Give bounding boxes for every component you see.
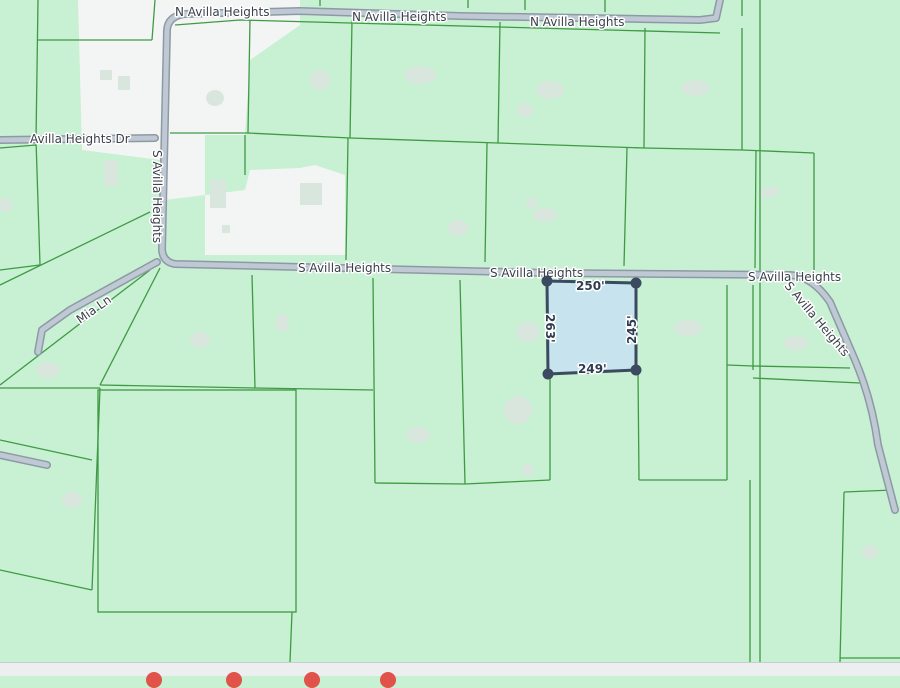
dimension-label-top: 250' [576,279,605,293]
dimension-label-left: 263' [543,314,557,343]
toolbar-button-1[interactable] [146,672,162,688]
street-label-avilla-heights-dr: Avilla Heights Dr [30,132,130,146]
dimension-label-right: 245' [625,315,639,344]
vertex-handle-se[interactable] [630,364,642,376]
street-label-n-avilla-2: N Avilla Heights [352,10,447,24]
toolbar-button-3[interactable] [304,672,320,688]
street-label-n-avilla-3: N Avilla Heights [530,15,625,29]
vertex-handle-nw[interactable] [541,275,553,287]
vertex-handle-ne[interactable] [630,277,642,289]
parcel-map[interactable]: N Avilla Heights N Avilla Heights N Avil… [0,0,900,675]
street-label-n-avilla-1: N Avilla Heights [175,5,270,19]
selected-parcel-area[interactable] [545,279,638,376]
street-label-s-avilla-vertical: S Avilla Heights [150,150,164,243]
bottom-toolbar [0,662,900,688]
selected-parcel[interactable]: 250' 245' 249' 263' [541,275,642,380]
vertex-handle-sw[interactable] [542,368,554,380]
street-label-s-avilla-1: S Avilla Heights [298,261,391,275]
toolbar-button-4[interactable] [380,672,396,688]
street-label-s-avilla-2: S Avilla Heights [490,266,583,280]
toolbar-button-2[interactable] [226,672,242,688]
dimension-label-bottom: 249' [578,362,607,376]
